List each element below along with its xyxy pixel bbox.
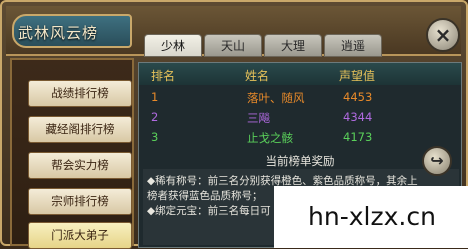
ranking-window: 武林风云榜 少林 天山 大理 逍遥 × 战绩排行榜 藏经阁排行榜 帮会实力榜 宗… xyxy=(0,0,468,249)
sect-tabs: 少林 天山 大理 逍遥 xyxy=(144,34,384,58)
row-score: 4453 xyxy=(343,90,373,104)
ranking-sidebar: 战绩排行榜 藏经阁排行榜 帮会实力榜 宗师排行榜 门派大弟子 xyxy=(10,58,134,249)
sidebar-item-combat-ranking[interactable]: 战绩排行榜 xyxy=(28,80,132,107)
tab-tianshan[interactable]: 天山 xyxy=(204,34,262,57)
next-page-button[interactable]: ↪ xyxy=(422,146,452,176)
sidebar-item-library-ranking[interactable]: 藏经阁排行榜 xyxy=(28,116,132,143)
close-icon: × xyxy=(434,23,452,47)
reward-line: 榜者获得蓝色品质称号； xyxy=(147,190,263,202)
table-header: 排名 姓名 声望值 xyxy=(139,63,461,85)
row-name: 止戈之骸 xyxy=(247,131,293,145)
row-name: 落叶、随风 xyxy=(247,91,305,105)
row-rank: 2 xyxy=(151,110,159,124)
tab-dali[interactable]: 大理 xyxy=(264,34,322,57)
tab-xiaoyao[interactable]: 逍遥 xyxy=(324,34,382,57)
table-row[interactable]: 1 落叶、随风 4453 xyxy=(139,87,461,107)
reward-line: ◆绑定元宝：前三名每日可 xyxy=(147,205,271,217)
sidebar-item-sect-disciple[interactable]: 门派大弟子 xyxy=(28,222,132,249)
window-title: 武林风云榜 xyxy=(18,24,99,42)
header-rank: 排名 xyxy=(151,69,176,83)
tab-shaolin[interactable]: 少林 xyxy=(144,34,202,57)
close-button[interactable]: × xyxy=(426,18,460,52)
reward-title: 当前榜单奖励 xyxy=(265,154,335,168)
row-name: 三飚 xyxy=(247,111,270,125)
row-score: 4344 xyxy=(343,110,373,124)
header-name: 姓名 xyxy=(245,69,270,83)
row-rank: 1 xyxy=(151,90,159,104)
header-score: 声望值 xyxy=(339,69,376,83)
table-row[interactable]: 3 止戈之骸 4173 xyxy=(139,127,461,147)
sidebar-item-master-ranking[interactable]: 宗师排行榜 xyxy=(28,188,132,215)
sidebar-item-guild-ranking[interactable]: 帮会实力榜 xyxy=(28,152,132,179)
row-rank: 3 xyxy=(151,130,159,144)
table-row[interactable]: 2 三飚 4344 xyxy=(139,107,461,127)
row-score: 4173 xyxy=(343,130,373,144)
return-arrow-icon: ↪ xyxy=(430,151,444,170)
site-watermark: hn-xlzx.cn xyxy=(274,186,468,248)
